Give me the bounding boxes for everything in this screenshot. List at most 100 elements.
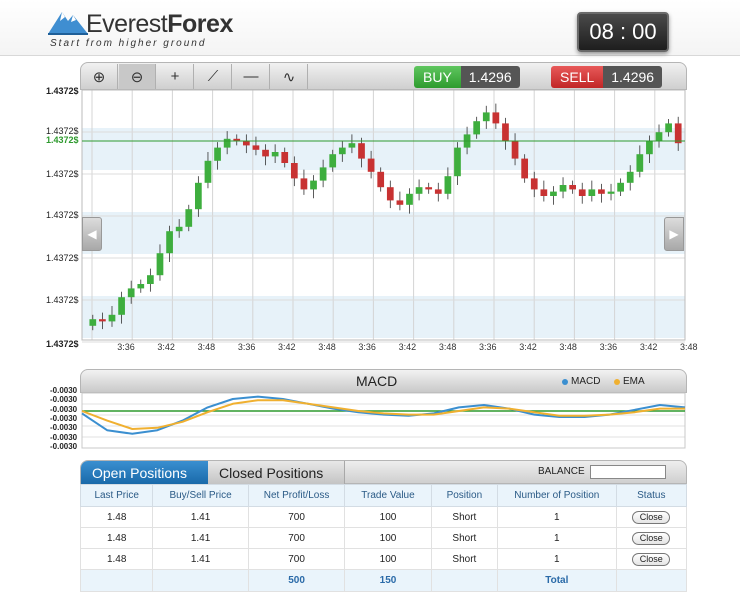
candle xyxy=(175,226,183,232)
zoom-in-button[interactable]: ⊕ xyxy=(81,64,118,89)
candle xyxy=(646,141,653,155)
positions-table: Last Price Buy/Sell Price Net Profit/Loss T… xyxy=(79,484,688,592)
tab-closed-positions[interactable]: Closed Positions xyxy=(208,461,345,485)
table-cell: 1.48 xyxy=(79,506,154,528)
candle xyxy=(425,187,433,190)
close-position-button[interactable]: Close xyxy=(632,510,671,524)
candle xyxy=(271,152,279,157)
buy-button[interactable]: BUY 1.4296 xyxy=(414,66,520,88)
x-tick-label: 3:48 xyxy=(559,342,577,352)
sell-button[interactable]: SELL 1.4296 xyxy=(551,66,663,88)
candle xyxy=(367,158,375,172)
positions-panel: Open Positions Closed Positions BALANCE … xyxy=(79,460,688,594)
candle xyxy=(329,154,337,168)
candle xyxy=(492,112,500,124)
candle xyxy=(482,112,490,122)
column-header[interactable]: Status xyxy=(615,484,688,507)
column-header[interactable]: Last Price xyxy=(79,484,154,507)
column-header[interactable]: Position xyxy=(430,484,499,507)
candle xyxy=(540,189,548,196)
legend-ema-label: EMA xyxy=(623,376,645,387)
table-cell: Close xyxy=(615,527,688,549)
candle xyxy=(617,182,624,192)
candle xyxy=(377,171,385,188)
candle xyxy=(185,209,193,227)
zoom-out-icon: ⊖ xyxy=(130,68,144,86)
logo-name: Everest xyxy=(86,10,168,38)
candle xyxy=(310,180,317,190)
candle xyxy=(127,288,135,298)
macd-chart-canvas[interactable] xyxy=(0,392,740,452)
candle xyxy=(281,152,289,163)
candle xyxy=(166,231,173,254)
scroll-right-button[interactable]: ▶ xyxy=(664,217,684,251)
x-tick-label: 3:48 xyxy=(439,342,457,352)
table-cell: Short xyxy=(430,527,499,549)
table-cell: 1 xyxy=(497,548,617,570)
x-tick-label: 3:36 xyxy=(479,342,497,352)
table-cell: 700 xyxy=(247,506,346,528)
candle xyxy=(338,147,346,155)
x-tick-label: 3:42 xyxy=(399,342,417,352)
table-cell: Short xyxy=(430,548,499,570)
x-tick-label: 3:36 xyxy=(238,342,256,352)
column-header[interactable]: Buy/Sell Price xyxy=(152,484,249,507)
candle xyxy=(252,145,260,150)
x-tick-label: 3:48 xyxy=(198,342,216,352)
candle xyxy=(319,167,327,181)
table-cell: 1.48 xyxy=(79,527,154,549)
column-header[interactable]: Net Profit/Loss xyxy=(247,484,346,507)
candle xyxy=(607,191,615,194)
legend-macd: MACD xyxy=(562,376,600,387)
candle xyxy=(415,187,423,194)
sell-price: 1.4296 xyxy=(603,66,663,88)
chart-toolbar: ⊕ ⊖ + ⟋ — ∿ BUY 1.4296 SELL 1.4296 xyxy=(80,62,687,90)
candle xyxy=(521,158,529,179)
zoom-out-button[interactable]: ⊖ xyxy=(119,64,156,89)
candle xyxy=(156,253,164,276)
candle xyxy=(358,143,365,159)
candle xyxy=(99,319,106,322)
tab-open-positions[interactable]: Open Positions xyxy=(81,461,208,485)
column-header[interactable]: Number of Position xyxy=(497,484,617,507)
column-header[interactable]: Trade Value xyxy=(344,484,432,507)
table-cell: Close xyxy=(615,548,688,570)
legend-ema: EMA xyxy=(614,376,645,387)
balance-field[interactable] xyxy=(590,465,666,479)
crosshair-icon: + xyxy=(170,68,180,85)
candle xyxy=(396,200,404,205)
candle xyxy=(262,149,269,157)
close-position-button[interactable]: Close xyxy=(632,552,671,566)
candle xyxy=(300,178,308,190)
candle xyxy=(406,193,413,205)
balance-label: BALANCE xyxy=(538,466,585,477)
candle xyxy=(348,143,356,148)
macd-panel-header: MACD MACD EMA xyxy=(80,369,687,393)
candle xyxy=(511,141,519,159)
everest-forex-logo[interactable]: EverestForex Start from higher ground xyxy=(48,8,248,52)
candle xyxy=(434,189,442,194)
curve-button[interactable]: ∿ xyxy=(271,64,308,89)
table-cell: 700 xyxy=(247,527,346,549)
price-chart[interactable]: 1.4372$ 1.4372$ 1.4372$ 1.4372$ 1.4372$ 1.437… xyxy=(0,86,740,358)
trend-line-icon: ⟋ xyxy=(207,68,219,85)
macd-frame xyxy=(81,392,686,449)
candle xyxy=(290,163,298,179)
legend-macd-label: MACD xyxy=(571,376,601,387)
candle xyxy=(89,319,97,326)
crosshair-button[interactable]: + xyxy=(157,64,194,89)
x-tick-label: 3:48 xyxy=(680,342,698,352)
horizontal-line-button[interactable]: — xyxy=(233,64,270,89)
close-position-button[interactable]: Close xyxy=(632,531,671,545)
trend-line-button[interactable]: ⟋ xyxy=(195,64,232,89)
scroll-left-button[interactable]: ◀ xyxy=(82,217,102,251)
candle xyxy=(223,138,231,148)
legend-macd-dot xyxy=(562,378,568,385)
totals-row: 500 150 Total xyxy=(79,569,688,592)
candle xyxy=(559,185,567,192)
x-tick-label: 3:42 xyxy=(519,342,537,352)
table-cell: 100 xyxy=(344,527,432,549)
table-cell: 1.48 xyxy=(79,548,154,570)
app-header: EverestForex Start from higher ground 08… xyxy=(0,0,740,56)
price-chart-canvas[interactable]: 3:36 3:42 3:48 3:36 3:42 3:48 3:36 3:42 3:48 3:36… xyxy=(0,88,740,358)
